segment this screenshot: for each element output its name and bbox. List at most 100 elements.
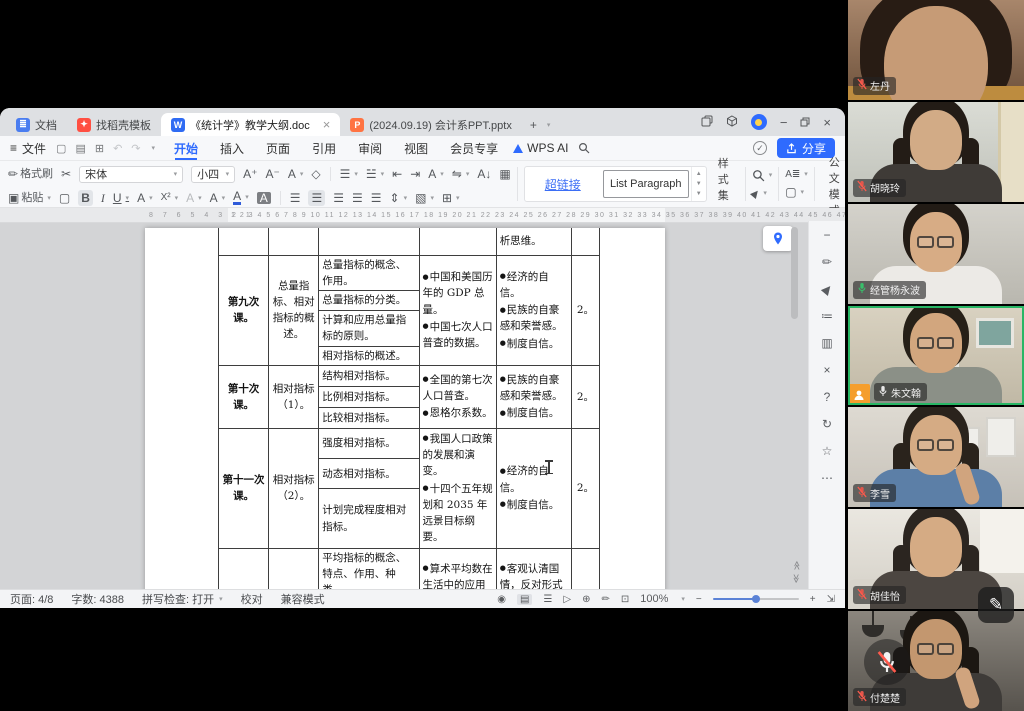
underline-button[interactable]: U▾ — [113, 192, 129, 204]
menu-item-2[interactable]: 页面 — [255, 136, 301, 160]
document-page[interactable]: 析思维。第九次课。总量指标、相对指标的概述。总量指标的概念、作用。●中国和美国历… — [145, 228, 665, 589]
zoom-in-button[interactable]: + — [810, 594, 816, 605]
file-menu[interactable]: ≡ 文件 — [10, 140, 46, 157]
vertical-scrollbar[interactable] — [791, 227, 798, 319]
numbered-list-button[interactable]: ☱▾ — [366, 168, 384, 180]
align-left-button[interactable]: ☰ — [290, 192, 301, 204]
font-name-select[interactable]: 宋体▾ — [79, 166, 183, 183]
undo-icon[interactable]: ↶ — [113, 142, 122, 155]
minimize-button[interactable]: − — [780, 115, 788, 130]
style-set-button[interactable]: 样式集▾ — [712, 163, 739, 205]
tab-list-dropdown-icon[interactable]: ▾ — [547, 121, 551, 129]
font-size-select[interactable]: 小四▾ — [191, 166, 235, 183]
clear-format-button[interactable]: ◇ — [311, 168, 320, 180]
close-window-button[interactable]: × — [823, 115, 831, 130]
eye-protect-icon[interactable]: ◉ — [497, 594, 506, 605]
menu-item-4[interactable]: 审阅 — [347, 136, 393, 160]
tools-rail-icon[interactable]: × — [823, 363, 830, 377]
shapes-rail-icon[interactable]: ☆ — [822, 444, 833, 458]
style-gallery-scroll[interactable]: ▲▼▼ — [691, 167, 706, 201]
paste-button[interactable]: ▣粘贴▾ — [8, 192, 51, 204]
annotation-button[interactable]: ✎ — [978, 587, 1014, 623]
style-hyperlink[interactable]: 超链接 — [525, 167, 601, 201]
highlight-button[interactable]: A▾ — [210, 192, 226, 204]
restore-button[interactable] — [800, 115, 810, 130]
participant-tile[interactable]: 经管杨永波 — [848, 204, 1024, 306]
print-preview-icon[interactable]: ⊞ — [95, 142, 104, 155]
cut-button[interactable]: ✂ — [61, 168, 71, 180]
justify-button[interactable]: ☰ — [352, 192, 363, 204]
selection-pane-button[interactable]: ▢▾ — [785, 186, 808, 198]
font-color-button[interactable]: A▾ — [233, 191, 249, 205]
workbench-icon[interactable] — [701, 115, 713, 130]
participant-tile[interactable]: 付楚楚 — [848, 611, 1024, 711]
app-cube-icon[interactable] — [726, 115, 738, 130]
zoom-level[interactable]: 100% — [640, 593, 668, 605]
settings-rail-icon[interactable]: ≔ — [821, 309, 833, 323]
collapse-rail-icon[interactable]: − — [823, 228, 830, 242]
align-right-button[interactable]: ☰ — [333, 192, 344, 204]
zoom-slider-knob[interactable] — [752, 595, 760, 603]
copy-button[interactable]: ▢ — [59, 192, 70, 204]
sort-button[interactable]: A↓ — [477, 168, 491, 180]
char-border-button[interactable]: A — [257, 192, 271, 204]
align-center-button[interactable]: ☰ — [308, 190, 325, 206]
word-count[interactable]: 字数: 4388 — [71, 591, 124, 607]
previous-page-button[interactable]: ≪ — [792, 561, 801, 570]
bold-button[interactable]: B — [78, 190, 93, 206]
format-painter-button[interactable]: ✏格式刷 — [8, 168, 53, 180]
quickbar-dropdown-icon[interactable]: ▾ — [152, 144, 156, 152]
text-direction-button[interactable]: ⇋▾ — [452, 168, 470, 180]
shading-button[interactable]: ▧▾ — [415, 192, 434, 204]
bullet-list-button[interactable]: ☰▾ — [340, 168, 358, 180]
document-tab[interactable]: P(2024.09.19) 会计系PPT.pptx — [340, 113, 521, 136]
participant-tile[interactable]: 朱文翰 — [848, 306, 1024, 408]
help-rail-icon[interactable]: ? — [824, 390, 831, 404]
pen-rail-icon[interactable]: ✏ — [822, 255, 832, 269]
card-rail-icon[interactable]: ▥ — [821, 336, 832, 350]
style-list-paragraph[interactable]: List Paragraph — [603, 170, 689, 198]
document-tab[interactable]: W《统计学》教学大纲.doc× — [161, 113, 340, 136]
char-scale-button[interactable]: A▾ — [428, 168, 444, 180]
borders-button[interactable]: ⊞▾ — [442, 192, 460, 204]
search-button[interactable] — [578, 142, 590, 154]
new-tab-button[interactable]: + — [530, 118, 537, 132]
decrease-font-button[interactable]: A⁻ — [265, 168, 279, 180]
line-spacing-button[interactable]: ⇕▾ — [390, 192, 408, 204]
edit-mode-icon[interactable]: ✏ — [601, 594, 609, 605]
participant-tile[interactable]: 左丹 — [848, 0, 1024, 102]
superscript-button[interactable]: X²▾ — [161, 193, 179, 203]
web-view-icon[interactable]: ⊕ — [582, 594, 590, 605]
participant-tile[interactable]: 李雪 — [848, 407, 1024, 509]
menu-item-3[interactable]: 引用 — [301, 136, 347, 160]
horizontal-ruler[interactable]: 8 7 6 5 4 3 2 1 1 2 3 4 5 6 7 8 9 10 11 … — [0, 208, 845, 223]
show-marks-button[interactable]: ▦ — [499, 168, 510, 180]
page-view-icon[interactable]: ▤ — [517, 594, 532, 605]
location-pin-button[interactable] — [763, 226, 793, 251]
select-tool-button[interactable]: ▶▾ — [752, 189, 773, 199]
document-canvas[interactable]: 析思维。第九次课。总量指标、相对指标的概述。总量指标的概念、作用。●中国和美国历… — [0, 223, 845, 589]
menu-item-0[interactable]: 开始 — [163, 136, 209, 160]
zoom-out-button[interactable]: − — [696, 594, 702, 605]
sync-rail-icon[interactable]: ↻ — [822, 417, 832, 431]
spellcheck-status[interactable]: 拼写检查: 打开▾ — [142, 591, 223, 607]
more-rail-icon[interactable]: ⋯ — [821, 471, 833, 485]
text-tool-button[interactable]: A≣▾ — [785, 170, 808, 180]
proofread-button[interactable]: 校对 — [241, 591, 263, 607]
italic-button[interactable]: I — [101, 192, 105, 204]
text-shadow-button[interactable]: A▾ — [186, 192, 202, 204]
menu-item-5[interactable]: 视图 — [393, 136, 439, 160]
next-page-button[interactable]: ≪ — [792, 574, 801, 583]
menu-item-6[interactable]: 会员专享 — [439, 136, 509, 160]
close-tab-icon[interactable]: × — [323, 117, 331, 132]
outline-view-icon[interactable]: ☰ — [543, 594, 552, 605]
user-avatar[interactable] — [751, 114, 767, 130]
play-view-icon[interactable]: ▷ — [563, 594, 571, 605]
document-tab[interactable]: ≣文档 — [6, 113, 67, 136]
page-indicator[interactable]: 页面: 4/8 — [10, 591, 53, 607]
focus-mode-icon[interactable]: ⊡ — [621, 594, 629, 605]
zoom-dropdown-icon[interactable]: ▾ — [681, 595, 685, 603]
fullscreen-icon[interactable]: ⇲ — [827, 594, 835, 605]
print-icon[interactable]: ▤ — [75, 142, 85, 155]
save-icon[interactable]: ▢ — [56, 142, 66, 155]
